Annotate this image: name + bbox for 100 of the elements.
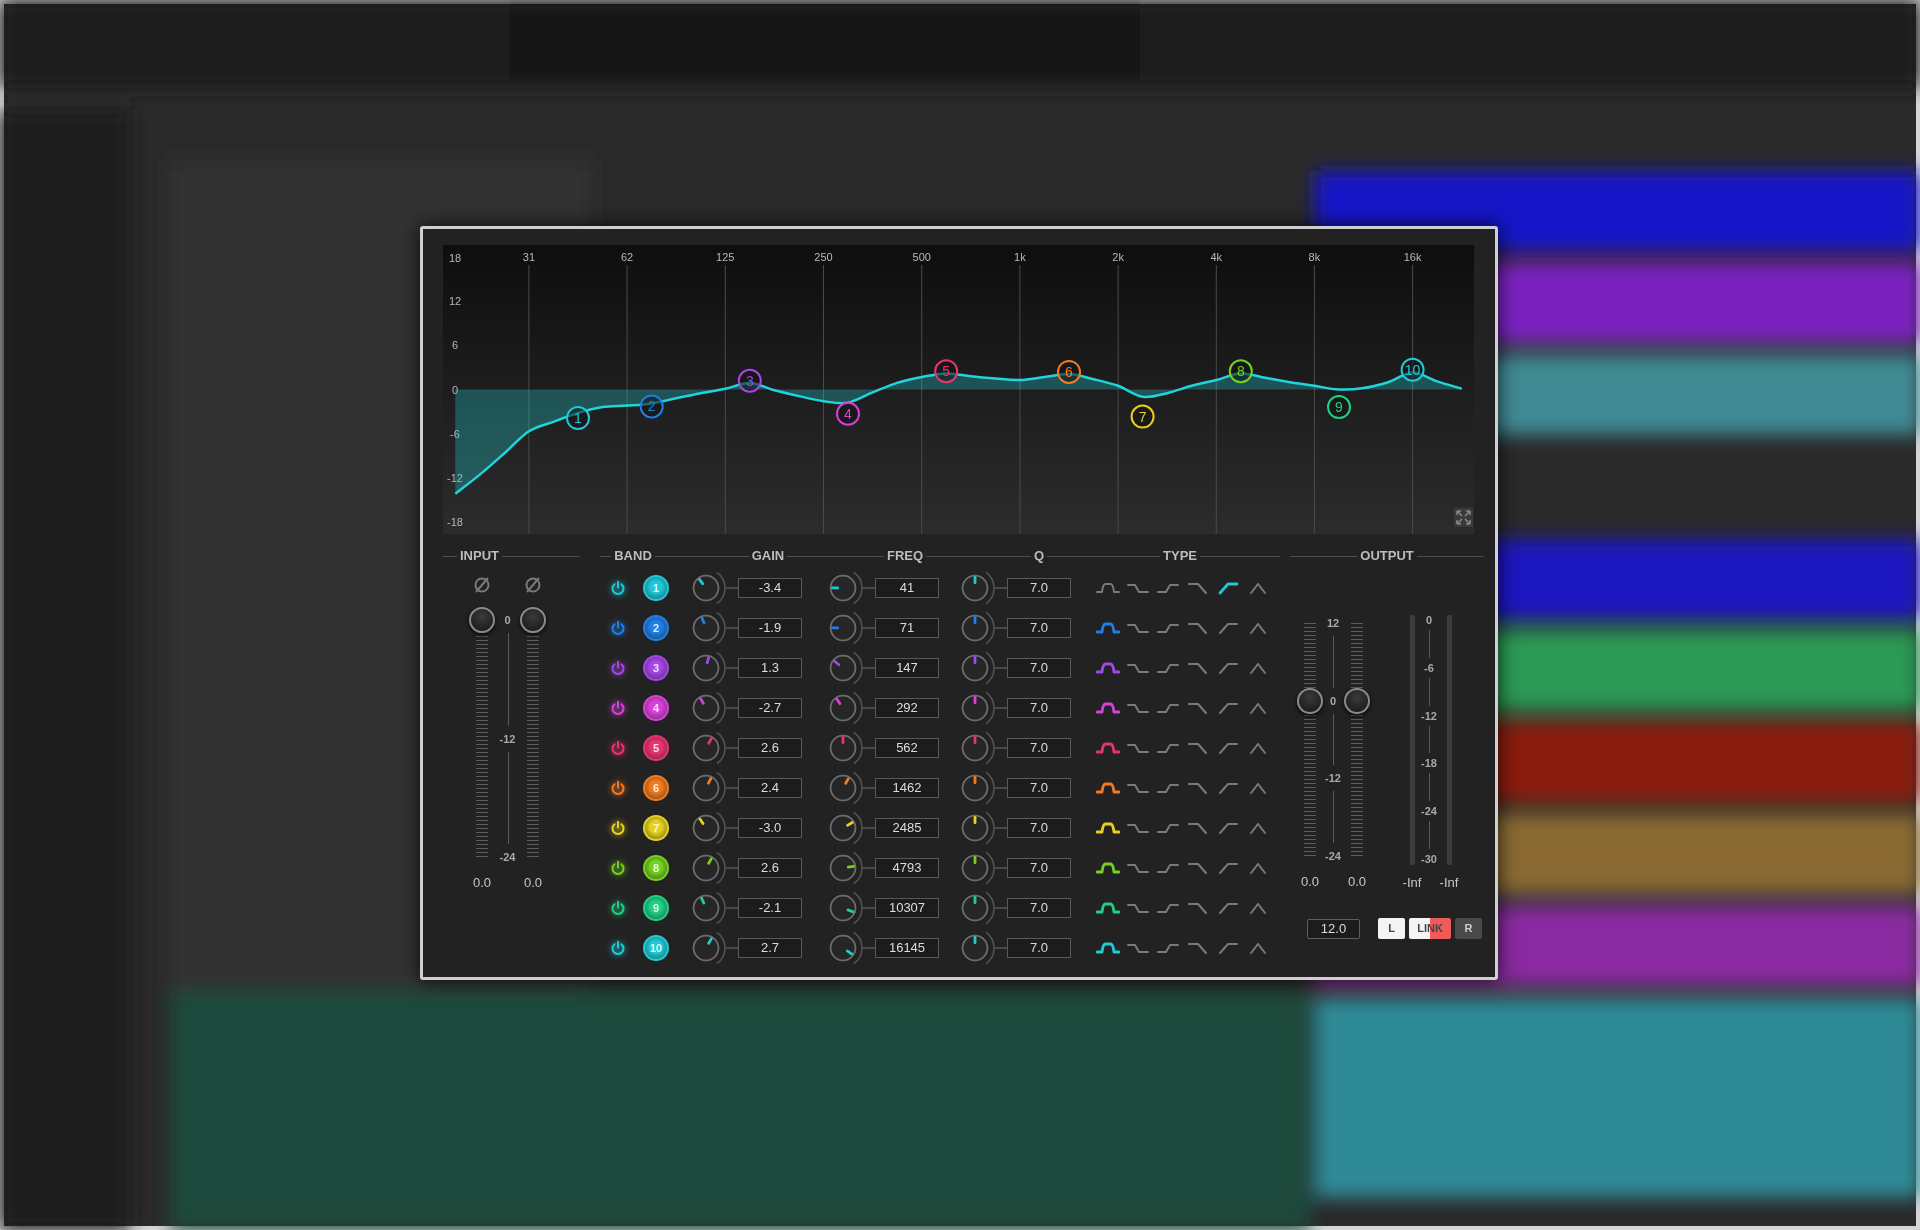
- fader-knob[interactable]: [520, 607, 546, 633]
- bell-filter-icon[interactable]: [1096, 860, 1120, 876]
- high-pass-icon[interactable]: [1216, 660, 1240, 676]
- range-field[interactable]: 12.0: [1307, 918, 1360, 939]
- column-header: FREQ: [885, 547, 925, 565]
- value-field[interactable]: 7.0: [1007, 738, 1071, 758]
- value-field[interactable]: 7.0: [1007, 618, 1071, 638]
- power-icon[interactable]: [610, 940, 626, 956]
- phase-invert-icon[interactable]: [523, 575, 543, 595]
- fader-knob[interactable]: [469, 607, 495, 633]
- value-field[interactable]: 4793: [875, 858, 939, 878]
- value-field[interactable]: 41: [875, 578, 939, 598]
- power-icon[interactable]: [610, 900, 626, 916]
- value-field[interactable]: -2.7: [738, 698, 802, 718]
- value-field[interactable]: 16145: [875, 938, 939, 958]
- value-field[interactable]: 71: [875, 618, 939, 638]
- band-marker[interactable]: 4: [836, 401, 860, 426]
- value-field[interactable]: 2.4: [738, 778, 802, 798]
- low-pass-icon[interactable]: [1186, 820, 1210, 836]
- value-field[interactable]: 1.3: [738, 658, 802, 678]
- high-pass-icon[interactable]: [1216, 900, 1240, 916]
- axis-label: 125: [716, 251, 735, 263]
- column-header: GAIN: [750, 547, 786, 565]
- value-field[interactable]: 7.0: [1007, 658, 1071, 678]
- power-icon[interactable]: [610, 780, 626, 796]
- band-marker[interactable]: 8: [1228, 359, 1253, 384]
- channel-button[interactable]: R: [1455, 918, 1482, 939]
- band-marker[interactable]: 1: [566, 406, 590, 431]
- value-field[interactable]: 7.0: [1007, 858, 1071, 878]
- high-pass-icon[interactable]: [1216, 860, 1240, 876]
- high-pass-icon[interactable]: [1216, 620, 1240, 636]
- low-pass-icon[interactable]: [1186, 940, 1210, 956]
- level-readout: 0.0: [523, 874, 543, 892]
- value-field[interactable]: 292: [875, 698, 939, 718]
- low-pass-icon[interactable]: [1186, 700, 1210, 716]
- power-icon[interactable]: [610, 860, 626, 876]
- value-field[interactable]: 147: [875, 658, 939, 678]
- bell-filter-icon[interactable]: [1096, 780, 1120, 796]
- value-field[interactable]: 7.0: [1007, 898, 1071, 918]
- power-icon[interactable]: [610, 580, 626, 596]
- value-field[interactable]: 7.0: [1007, 698, 1071, 718]
- axis-label: 4k: [1210, 251, 1223, 263]
- expand-icon[interactable]: [1454, 508, 1473, 527]
- band-marker[interactable]: 3: [737, 368, 762, 393]
- axis-label: 1k: [1014, 251, 1026, 263]
- value-field[interactable]: 7.0: [1007, 578, 1071, 598]
- channel-button[interactable]: L: [1378, 918, 1405, 939]
- value-field[interactable]: 2485: [875, 818, 939, 838]
- axis-label: 0: [451, 383, 459, 396]
- value-field[interactable]: -1.9: [738, 618, 802, 638]
- high-pass-icon[interactable]: [1216, 940, 1240, 956]
- scale-label: 0: [1329, 687, 1337, 714]
- value-field[interactable]: 7.0: [1007, 938, 1071, 958]
- level-readout: -Inf: [1439, 874, 1459, 892]
- axis-label: 500: [912, 251, 931, 263]
- bell-filter-icon[interactable]: [1096, 900, 1120, 916]
- high-pass-icon[interactable]: [1216, 700, 1240, 716]
- high-pass-icon[interactable]: [1216, 820, 1240, 836]
- value-field[interactable]: 2.7: [738, 938, 802, 958]
- band-marker[interactable]: 5: [934, 359, 959, 384]
- band-marker[interactable]: 2: [639, 394, 664, 419]
- value-field[interactable]: 562: [875, 738, 939, 758]
- low-pass-icon[interactable]: [1186, 860, 1210, 876]
- power-icon[interactable]: [610, 700, 626, 716]
- band-marker[interactable]: 7: [1130, 404, 1155, 429]
- value-field[interactable]: 2.6: [738, 858, 802, 878]
- fader-knob[interactable]: [1344, 687, 1370, 714]
- power-icon[interactable]: [610, 620, 626, 636]
- column-header: BAND: [613, 547, 653, 565]
- low-pass-icon[interactable]: [1186, 780, 1210, 796]
- value-field[interactable]: 2.6: [738, 738, 802, 758]
- annotation: 4: [844, 405, 853, 422]
- high-pass-icon[interactable]: [1216, 580, 1240, 596]
- fader-knob[interactable]: [1297, 687, 1323, 714]
- low-pass-icon[interactable]: [1186, 620, 1210, 636]
- value-field[interactable]: 1462: [875, 778, 939, 798]
- band-button[interactable]: 3: [643, 655, 669, 681]
- low-pass-icon[interactable]: [1186, 900, 1210, 916]
- bell-filter-icon[interactable]: [1096, 940, 1120, 956]
- bell-filter-icon[interactable]: [1096, 820, 1120, 836]
- bell-filter-icon[interactable]: [1096, 700, 1120, 716]
- band-marker[interactable]: 6: [1057, 359, 1081, 384]
- phase-invert-icon[interactable]: [472, 575, 492, 595]
- value-field[interactable]: 7.0: [1007, 778, 1071, 798]
- value-field[interactable]: 7.0: [1007, 818, 1071, 838]
- axis-label: -18: [447, 515, 463, 528]
- value-field[interactable]: -2.1: [738, 898, 802, 918]
- high-pass-icon[interactable]: [1216, 740, 1240, 756]
- value-field[interactable]: -3.4: [738, 578, 802, 598]
- annotation: 8: [1236, 363, 1245, 380]
- annotation: 5: [942, 363, 951, 380]
- band-marker[interactable]: 9: [1327, 395, 1351, 420]
- low-pass-icon[interactable]: [1186, 740, 1210, 756]
- band-marker[interactable]: 10: [1400, 357, 1425, 382]
- value-field[interactable]: 10307: [875, 898, 939, 918]
- high-pass-icon[interactable]: [1216, 780, 1240, 796]
- power-icon[interactable]: [610, 740, 626, 756]
- value-field[interactable]: -3.0: [738, 818, 802, 838]
- low-pass-icon[interactable]: [1186, 660, 1210, 676]
- low-pass-icon[interactable]: [1186, 580, 1210, 596]
